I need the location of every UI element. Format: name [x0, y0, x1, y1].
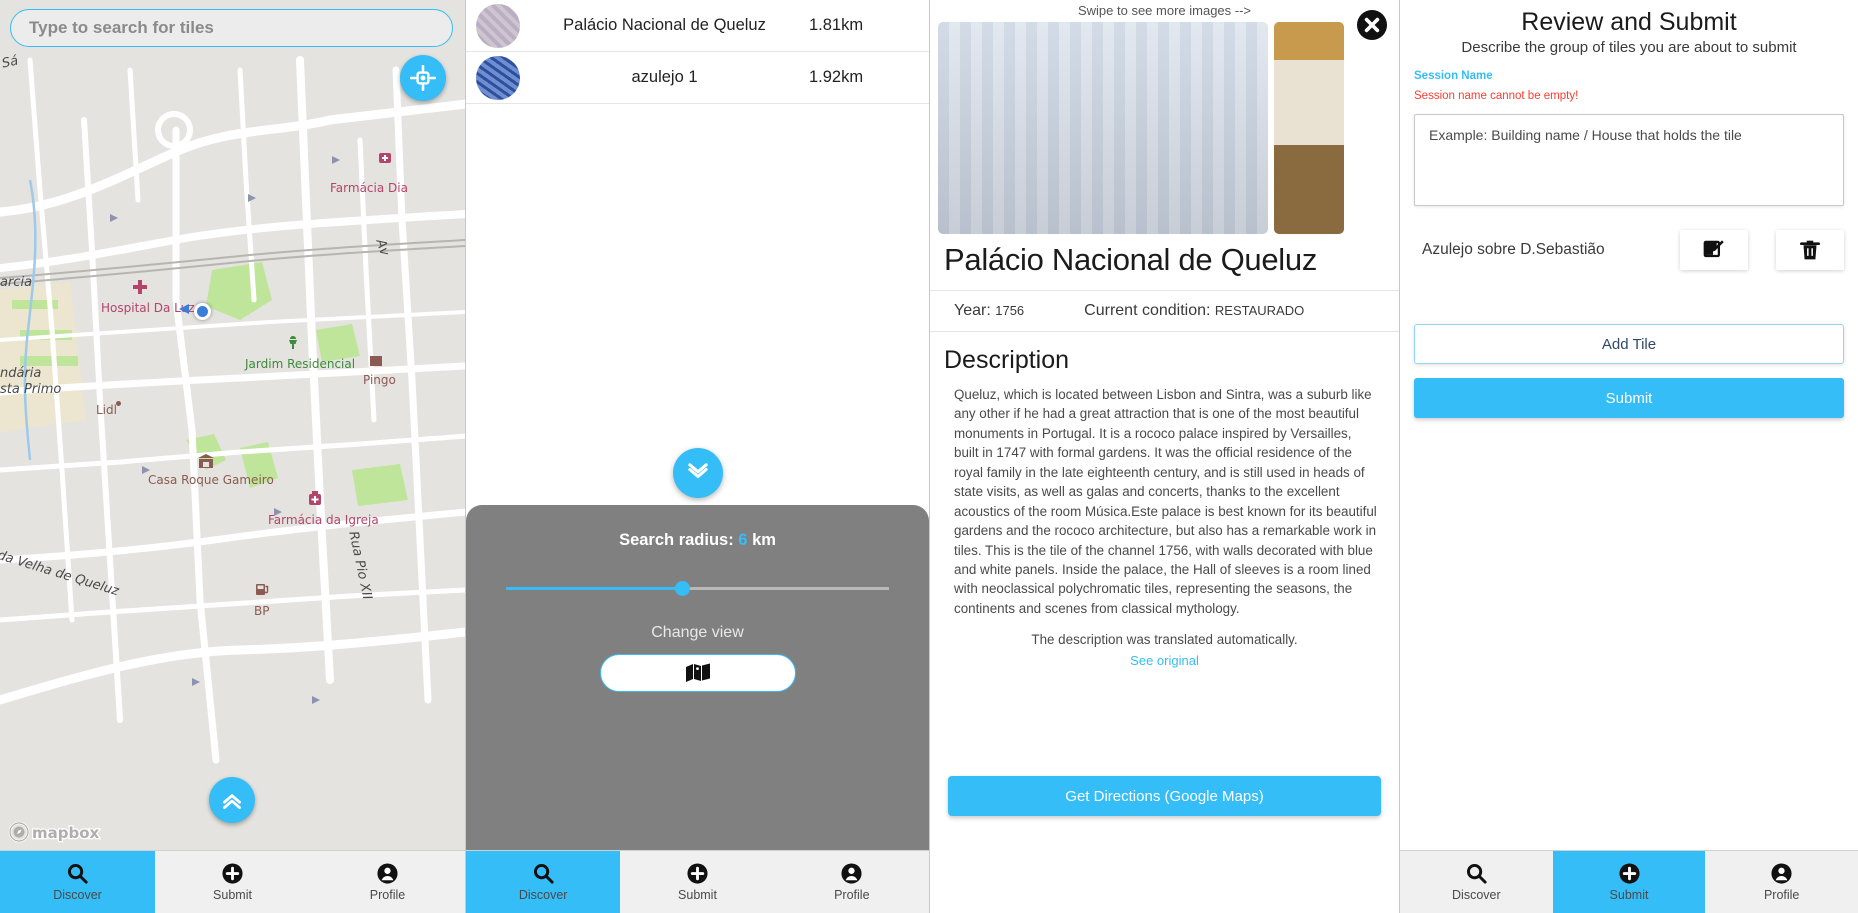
- see-original-link[interactable]: See original: [930, 653, 1399, 668]
- bottom-navigation: Discover Submit Profile: [1400, 850, 1858, 913]
- nav-submit-label: Submit: [213, 888, 252, 902]
- search-input[interactable]: [10, 9, 453, 47]
- radius-slider-thumb[interactable]: [674, 581, 690, 596]
- map-icon: [685, 663, 710, 682]
- nav-discover[interactable]: Discover: [0, 851, 155, 913]
- search-icon: [532, 862, 555, 885]
- map-screen: Sá Farmácia Dia Av arcia Hospital Da Luz…: [0, 0, 466, 913]
- locate-me-button[interactable]: [400, 55, 446, 101]
- translation-note: The description was translated automatic…: [1031, 632, 1298, 648]
- list-item-distance: 1.81km: [809, 16, 864, 34]
- person-circle-icon: [840, 862, 863, 885]
- bottom-navigation: Discover Submit Profile: [0, 850, 465, 913]
- plus-circle-icon: [686, 862, 709, 885]
- collapse-sheet-button[interactable]: [672, 448, 723, 498]
- year-value: 1756: [995, 303, 1025, 318]
- nav-discover-label: Discover: [1452, 888, 1501, 902]
- nav-submit[interactable]: Submit: [1552, 851, 1706, 913]
- list-item-distance: 1.92km: [809, 68, 864, 86]
- close-button[interactable]: [1355, 8, 1389, 42]
- nav-profile[interactable]: Profile: [775, 851, 929, 913]
- delete-tile-button[interactable]: [1776, 230, 1844, 270]
- nav-discover[interactable]: Discover: [1400, 851, 1553, 913]
- search-radius-unit: km: [747, 531, 776, 549]
- description-body: Queluz, which is located between Lisbon …: [954, 387, 1377, 616]
- person-circle-icon: [376, 862, 399, 885]
- year-field: Year: 1756: [954, 302, 1024, 320]
- nav-profile-label: Profile: [369, 888, 406, 902]
- search-icon: [66, 862, 89, 885]
- bottom-navigation: Discover Submit Profile: [466, 850, 929, 913]
- search-radius-sheet: Search radius: 6 km Change view: [466, 505, 929, 850]
- description-heading: Description: [944, 346, 1070, 374]
- mapbox-logo-icon: mapbox: [8, 821, 101, 843]
- app-root: Sá Farmácia Dia Av arcia Hospital Da Luz…: [0, 0, 1858, 913]
- list-item-title: Palácio Nacional de Queluz: [563, 16, 766, 34]
- nav-submit-label: Submit: [678, 888, 717, 902]
- session-name-error: Session name cannot be empty!: [1414, 90, 1579, 102]
- tile-detail-screen: Swipe to see more images --> Palácio Nac…: [930, 0, 1400, 913]
- close-circle-icon: [1356, 9, 1388, 41]
- search-bar: [10, 9, 453, 47]
- session-name-label: Session Name: [1414, 70, 1493, 82]
- page-title: Palácio Nacional de Queluz: [944, 242, 1318, 277]
- review-submit-screen: Review and Submit Describe the group of …: [1400, 0, 1858, 913]
- radius-slider-fill: [506, 587, 683, 590]
- nav-profile[interactable]: Profile: [310, 851, 465, 913]
- list-item[interactable]: azulejo 1 1.92km: [466, 52, 929, 104]
- tile-metadata: Year: 1756 Current condition: RESTAURADO: [930, 290, 1399, 332]
- nav-submit[interactable]: Submit: [155, 851, 310, 913]
- search-radius-label: Search radius: 6 km: [506, 531, 889, 550]
- nav-discover-label: Discover: [53, 888, 102, 902]
- nav-profile-label: Profile: [1763, 888, 1800, 902]
- gallery-image-main[interactable]: [938, 22, 1268, 234]
- plus-circle-icon: [221, 862, 244, 885]
- swipe-hint: Swipe to see more images -->: [1077, 3, 1252, 18]
- results-screen: Palácio Nacional de Queluz 1.81km azulej…: [466, 0, 930, 913]
- map-vector: [0, 0, 465, 850]
- tile-thumbnail: [476, 3, 520, 48]
- page-title: Review and Submit: [1521, 8, 1737, 36]
- nav-submit[interactable]: Submit: [620, 851, 774, 913]
- mapbox-attribution[interactable]: mapbox: [8, 821, 116, 843]
- change-view-label: Change view: [651, 624, 744, 641]
- tile-list-item: Azulejo sobre D.Sebastião: [1400, 206, 1858, 270]
- submit-button[interactable]: Submit: [1414, 378, 1844, 418]
- nav-discover[interactable]: Discover: [466, 851, 621, 913]
- person-circle-icon: [1770, 862, 1793, 885]
- search-radius-prefix: Search radius:: [619, 531, 739, 549]
- nav-discover-label: Discover: [518, 888, 568, 902]
- change-view-button[interactable]: [599, 654, 796, 692]
- condition-label: Current condition:: [1084, 302, 1211, 319]
- tile-name: Azulejo sobre D.Sebastião: [1422, 241, 1605, 258]
- crosshair-icon: [410, 65, 436, 91]
- edit-square-icon: [1703, 240, 1724, 258]
- plus-circle-icon: [1618, 862, 1641, 885]
- svg-text:mapbox: mapbox: [32, 824, 100, 842]
- add-tile-button[interactable]: Add Tile: [1414, 324, 1844, 364]
- radius-slider[interactable]: [506, 581, 889, 596]
- user-location-dot: [194, 303, 211, 320]
- gallery-image-next[interactable]: [1274, 22, 1344, 234]
- search-icon: [1465, 862, 1488, 885]
- session-name-input[interactable]: [1414, 114, 1844, 206]
- expand-list-button[interactable]: [209, 777, 255, 823]
- chevrons-down-icon: [687, 463, 708, 479]
- nav-submit-label: Submit: [1609, 888, 1649, 902]
- get-directions-button[interactable]: Get Directions (Google Maps): [948, 776, 1381, 816]
- chevrons-up-icon: [223, 794, 241, 809]
- tile-thumbnail: [476, 55, 520, 100]
- list-item[interactable]: Palácio Nacional de Queluz 1.81km: [466, 0, 929, 52]
- trash-icon: [1800, 240, 1820, 260]
- edit-tile-button[interactable]: [1680, 230, 1748, 270]
- year-label: Year:: [954, 302, 991, 319]
- condition-field: Current condition: RESTAURADO: [1084, 302, 1304, 320]
- nav-profile[interactable]: Profile: [1705, 851, 1858, 913]
- nav-profile-label: Profile: [834, 888, 870, 902]
- list-item-title: azulejo 1: [631, 68, 698, 86]
- condition-value: RESTAURADO: [1214, 303, 1305, 318]
- image-gallery[interactable]: [930, 22, 1399, 234]
- page-subtitle: Describe the group of tiles you are abou…: [1461, 39, 1797, 56]
